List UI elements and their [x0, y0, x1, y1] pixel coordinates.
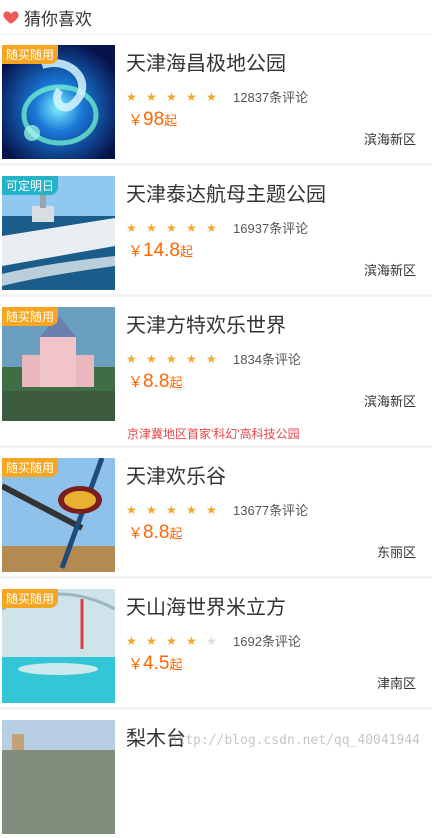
- star-icon: ★: [186, 89, 197, 104]
- star-icon: ★: [166, 351, 177, 366]
- district-label: 滨海新区: [363, 132, 416, 147]
- star-icon: ★: [146, 351, 157, 366]
- star-icon: ★: [146, 502, 157, 517]
- price-unit: 起: [169, 657, 183, 672]
- district-label: 东丽区: [376, 545, 416, 560]
- district-label: 津南区: [376, 676, 416, 691]
- star-icon: ★: [146, 220, 157, 235]
- star-icon: ★: [146, 89, 157, 104]
- list-item[interactable]: 随买随用 天山海世界米立方 ★ ★ ★ ★ ★ 1692条评论 ￥ 4.5 起 …: [0, 579, 432, 707]
- heart-icon: [3, 11, 19, 24]
- star-icon: ★: [206, 502, 217, 517]
- price-unit: 起: [164, 113, 178, 128]
- star-icon: ★: [146, 633, 157, 648]
- thumbnail-image[interactable]: [2, 720, 115, 834]
- price: ￥ 98 起: [128, 109, 177, 131]
- section-title: 猜你喜欢: [24, 9, 92, 29]
- star-icon: ★: [206, 89, 217, 104]
- star-icon: ★: [186, 220, 197, 235]
- district-label: 滨海新区: [363, 263, 416, 278]
- review-count: 1692条评论: [233, 634, 301, 649]
- tag-badge: 随买随用: [2, 589, 59, 608]
- item-title[interactable]: 天津方特欢乐世界: [126, 309, 286, 338]
- currency-symbol: ￥: [128, 112, 144, 129]
- star-icon: ★: [206, 220, 217, 235]
- list-item[interactable]: 随买随用 天津方特欢乐世界 ★ ★ ★ ★ ★ 1834条评论 ￥ 8.8 起 …: [0, 297, 432, 425]
- star-icon: ★: [126, 89, 137, 104]
- star-icon: ★: [126, 633, 137, 648]
- star-empty-icon: ★: [206, 633, 217, 648]
- star-icon: ★: [206, 351, 217, 366]
- review-count: 12837条评论: [233, 90, 309, 105]
- rating: ★ ★ ★ ★ ★ 12837条评论: [126, 87, 308, 106]
- rating: ★ ★ ★ ★ ★ 16937条评论: [126, 218, 308, 237]
- review-count: 1834条评论: [233, 352, 301, 367]
- rating: ★ ★ ★ ★ ★ 1692条评论: [126, 631, 301, 650]
- list-item[interactable]: 梨木台: [0, 710, 432, 838]
- tag-badge: 随买随用: [2, 458, 59, 477]
- promo-text: 京津冀地区首家'科幻'高科技公园: [0, 425, 432, 445]
- currency-symbol: ￥: [128, 656, 144, 673]
- star-icon: ★: [166, 220, 177, 235]
- currency-symbol: ￥: [128, 525, 144, 542]
- tag-badge: 随买随用: [2, 307, 59, 326]
- price-value: 14.8: [143, 240, 180, 261]
- price-value: 98: [143, 109, 165, 130]
- rating: ★ ★ ★ ★ ★ 13677条评论: [126, 500, 308, 519]
- list-item[interactable]: 随买随用 天津欢乐谷 ★ ★ ★ ★ ★ 13677条评论 ￥ 8.8 起 东丽…: [0, 448, 432, 576]
- thumbnail-image[interactable]: 随买随用: [2, 458, 115, 572]
- thumbnail-image[interactable]: 随买随用: [2, 45, 115, 159]
- star-icon: ★: [166, 502, 177, 517]
- item-title[interactable]: 天津泰达航母主题公园: [126, 178, 326, 207]
- price: ￥ 14.8 起: [128, 240, 193, 262]
- currency-symbol: ￥: [128, 243, 144, 260]
- price-value: 8.8: [143, 371, 170, 392]
- review-count: 13677条评论: [233, 503, 309, 518]
- price-unit: 起: [169, 526, 183, 541]
- price: ￥ 8.8 起: [128, 522, 182, 544]
- tag-badge: 可定明日: [2, 176, 59, 195]
- price: ￥ 4.5 起: [128, 653, 182, 675]
- district-label: 滨海新区: [363, 394, 416, 409]
- thumbnail-image[interactable]: 可定明日: [2, 176, 115, 290]
- star-icon: ★: [186, 502, 197, 517]
- item-title[interactable]: 梨木台: [126, 722, 186, 751]
- section-header: 猜你喜欢: [0, 0, 432, 35]
- tag-badge: 随买随用: [2, 45, 59, 64]
- thumbnail-image[interactable]: 随买随用: [2, 307, 115, 421]
- star-icon: ★: [126, 351, 137, 366]
- star-icon: ★: [166, 89, 177, 104]
- list-item[interactable]: 随买随用 天津海昌极地公园 ★ ★ ★ ★ ★ 12837条评论 ￥ 98 起 …: [0, 35, 432, 163]
- price-value: 8.8: [143, 522, 170, 543]
- currency-symbol: ￥: [128, 374, 144, 391]
- price: ￥ 8.8 起: [128, 371, 182, 393]
- item-title[interactable]: 天津欢乐谷: [126, 460, 226, 489]
- price-unit: 起: [169, 375, 183, 390]
- star-icon: ★: [186, 633, 197, 648]
- price-unit: 起: [180, 244, 194, 259]
- star-icon: ★: [166, 633, 177, 648]
- item-title[interactable]: 天山海世界米立方: [126, 591, 286, 620]
- attraction-list: 随买随用 天津海昌极地公园 ★ ★ ★ ★ ★ 12837条评论 ￥ 98 起 …: [0, 35, 432, 838]
- thumbnail-image[interactable]: 随买随用: [2, 589, 115, 703]
- list-item[interactable]: 可定明日 天津泰达航母主题公园 ★ ★ ★ ★ ★ 16937条评论 ￥ 14.…: [0, 166, 432, 294]
- review-count: 16937条评论: [233, 221, 309, 236]
- item-title[interactable]: 天津海昌极地公园: [126, 47, 286, 76]
- rating: ★ ★ ★ ★ ★ 1834条评论: [126, 349, 301, 368]
- star-icon: ★: [126, 220, 137, 235]
- star-icon: ★: [186, 351, 197, 366]
- mountain-photo: [2, 720, 115, 834]
- star-icon: ★: [126, 502, 137, 517]
- price-value: 4.5: [143, 653, 170, 674]
